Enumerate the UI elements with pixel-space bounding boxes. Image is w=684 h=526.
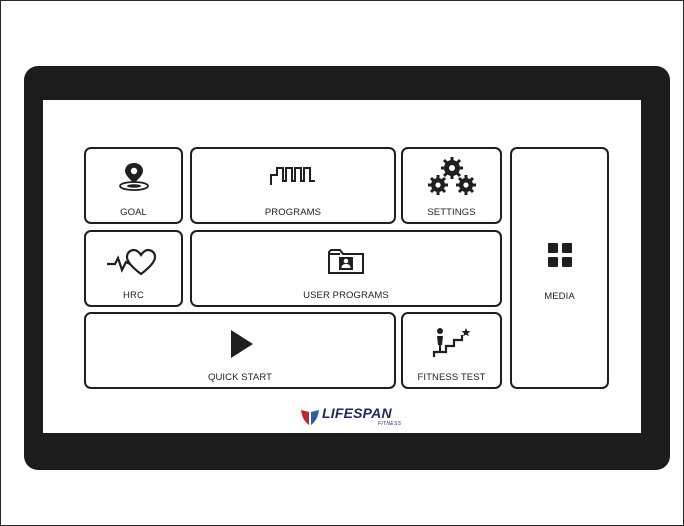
user-folder-icon <box>328 249 364 274</box>
programs-tile[interactable]: PROGRAMS <box>190 147 396 224</box>
fitness-test-label: FITNESS TEST <box>417 372 486 383</box>
fitness-test-tile[interactable]: FITNESS TEST <box>401 312 502 389</box>
hrc-tile[interactable]: HRC <box>84 230 183 307</box>
user-programs-label: USER PROGRAMS <box>303 290 389 301</box>
quick-start-label: QUICK START <box>207 372 273 383</box>
media-label: MEDIA <box>544 291 575 302</box>
play-icon <box>231 330 253 358</box>
square-wave-icon <box>270 167 315 185</box>
grid-icon <box>547 243 572 267</box>
location-pin-icon <box>118 163 149 191</box>
brand-shield-icon <box>301 410 319 425</box>
heart-rate-icon <box>106 248 156 276</box>
media-tile[interactable]: MEDIA <box>510 147 609 389</box>
brand-name: LIFESPAN <box>322 405 392 421</box>
stairs-climber-icon <box>432 328 470 357</box>
settings-tile[interactable]: SETTINGS <box>401 147 502 224</box>
user-programs-tile[interactable]: USER PROGRAMS <box>190 230 502 307</box>
brand-sub: FITNESS <box>378 421 402 427</box>
settings-label: SETTINGS <box>427 207 476 218</box>
quick-start-tile[interactable]: QUICK START <box>84 312 396 389</box>
goal-label: GOAL <box>120 207 147 218</box>
programs-label: PROGRAMS <box>264 207 322 218</box>
hrc-label: HRC <box>123 290 144 301</box>
lifespan-logo: LIFESPAN FITNESS <box>300 405 420 429</box>
gears-icon <box>427 157 476 195</box>
goal-tile[interactable]: GOAL <box>84 147 183 224</box>
